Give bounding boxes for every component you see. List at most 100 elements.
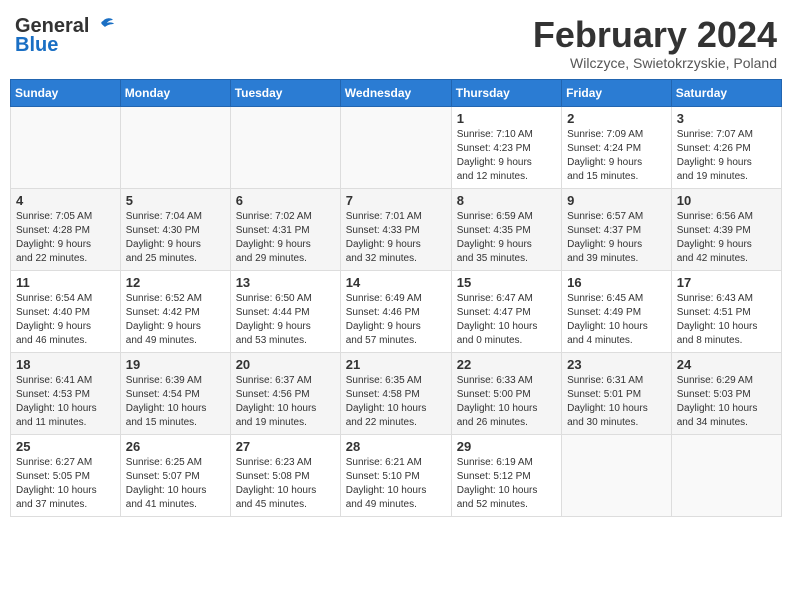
calendar-cell-4-6: 23 Sunrise: 6:31 AM Sunset: 5:01 PM Dayli… xyxy=(562,352,672,434)
calendar-cell-4-5: 22 Sunrise: 6:33 AM Sunset: 5:00 PM Dayli… xyxy=(451,352,561,434)
calendar-week-row-2: 4 Sunrise: 7:05 AM Sunset: 4:28 PM Daylig… xyxy=(11,188,782,270)
calendar-week-row-1: 1 Sunrise: 7:10 AM Sunset: 4:23 PM Daylig… xyxy=(11,106,782,188)
calendar-cell-2-7: 10 Sunrise: 6:56 AM Sunset: 4:39 PM Dayli… xyxy=(671,188,781,270)
day-info: Sunrise: 6:37 AM Sunset: 4:56 PM Dayligh… xyxy=(236,374,335,430)
day-number: 11 xyxy=(16,275,115,290)
day-number: 14 xyxy=(346,275,446,290)
calendar-cell-1-7: 3 Sunrise: 7:07 AM Sunset: 4:26 PM Daylig… xyxy=(671,106,781,188)
day-info: Sunrise: 6:35 AM Sunset: 4:58 PM Dayligh… xyxy=(346,374,446,430)
calendar-cell-5-2: 26Sunrise: 6:25 AM Sunset: 5:07 PM Dayli… xyxy=(120,434,230,516)
calendar-cell-5-6 xyxy=(562,434,672,516)
logo: General Blue xyxy=(15,15,115,57)
day-info: Sunrise: 6:43 AM Sunset: 4:51 PM Dayligh… xyxy=(677,292,776,348)
calendar-cell-3-7: 17Sunrise: 6:43 AM Sunset: 4:51 PM Dayli… xyxy=(671,270,781,352)
day-number: 20 xyxy=(236,357,335,372)
day-number: 5 xyxy=(126,193,225,208)
calendar-cell-1-2 xyxy=(120,106,230,188)
calendar-cell-4-4: 21 Sunrise: 6:35 AM Sunset: 4:58 PM Dayli… xyxy=(340,352,451,434)
day-info: Sunrise: 7:10 AM Sunset: 4:23 PM Dayligh… xyxy=(457,128,556,184)
day-info: Sunrise: 6:29 AM Sunset: 5:03 PM Dayligh… xyxy=(677,374,776,430)
calendar-cell-5-3: 27 Sunrise: 6:23 AM Sunset: 5:08 PM Dayli… xyxy=(230,434,340,516)
day-number: 6 xyxy=(236,193,335,208)
day-number: 18 xyxy=(16,357,115,372)
day-info: Sunrise: 6:33 AM Sunset: 5:00 PM Dayligh… xyxy=(457,374,556,430)
logo-bird-icon xyxy=(91,17,115,37)
month-title: February 2024 xyxy=(533,15,777,55)
day-number: 24 xyxy=(677,357,776,372)
weekday-header-friday: Friday xyxy=(562,79,672,106)
day-number: 26 xyxy=(126,439,225,454)
calendar-week-row-4: 18 Sunrise: 6:41 AM Sunset: 4:53 PM Dayli… xyxy=(11,352,782,434)
location-subtitle: Wilczyce, Swietokrzyskie, Poland xyxy=(533,55,777,71)
day-number: 28 xyxy=(346,439,446,454)
day-info: Sunrise: 7:07 AM Sunset: 4:26 PM Dayligh… xyxy=(677,128,776,184)
calendar-week-row-5: 25Sunrise: 6:27 AM Sunset: 5:05 PM Dayli… xyxy=(11,434,782,516)
day-number: 27 xyxy=(236,439,335,454)
day-number: 15 xyxy=(457,275,556,290)
weekday-header-wednesday: Wednesday xyxy=(340,79,451,106)
weekday-header-thursday: Thursday xyxy=(451,79,561,106)
calendar-cell-4-1: 18 Sunrise: 6:41 AM Sunset: 4:53 PM Dayli… xyxy=(11,352,121,434)
weekday-header-monday: Monday xyxy=(120,79,230,106)
day-number: 10 xyxy=(677,193,776,208)
day-number: 3 xyxy=(677,111,776,126)
day-info: Sunrise: 6:41 AM Sunset: 4:53 PM Dayligh… xyxy=(16,374,115,430)
day-info: Sunrise: 7:04 AM Sunset: 4:30 PM Dayligh… xyxy=(126,210,225,266)
calendar-cell-1-1 xyxy=(11,106,121,188)
day-number: 13 xyxy=(236,275,335,290)
calendar-cell-3-1: 11 Sunrise: 6:54 AM Sunset: 4:40 PM Dayli… xyxy=(11,270,121,352)
day-info: Sunrise: 7:01 AM Sunset: 4:33 PM Dayligh… xyxy=(346,210,446,266)
weekday-header-tuesday: Tuesday xyxy=(230,79,340,106)
day-number: 21 xyxy=(346,357,446,372)
calendar-table: SundayMondayTuesdayWednesdayThursdayFrid… xyxy=(10,79,782,517)
day-number: 23 xyxy=(567,357,666,372)
day-info: Sunrise: 6:59 AM Sunset: 4:35 PM Dayligh… xyxy=(457,210,556,266)
calendar-cell-2-2: 5 Sunrise: 7:04 AM Sunset: 4:30 PM Daylig… xyxy=(120,188,230,270)
day-info: Sunrise: 7:09 AM Sunset: 4:24 PM Dayligh… xyxy=(567,128,666,184)
calendar-cell-5-4: 28 Sunrise: 6:21 AM Sunset: 5:10 PM Dayli… xyxy=(340,434,451,516)
weekday-header-sunday: Sunday xyxy=(11,79,121,106)
day-number: 12 xyxy=(126,275,225,290)
day-number: 4 xyxy=(16,193,115,208)
day-info: Sunrise: 6:56 AM Sunset: 4:39 PM Dayligh… xyxy=(677,210,776,266)
calendar-cell-2-3: 6 Sunrise: 7:02 AM Sunset: 4:31 PM Daylig… xyxy=(230,188,340,270)
calendar-week-row-3: 11 Sunrise: 6:54 AM Sunset: 4:40 PM Dayli… xyxy=(11,270,782,352)
calendar-cell-5-5: 29Sunrise: 6:19 AM Sunset: 5:12 PM Dayli… xyxy=(451,434,561,516)
calendar-cell-1-5: 1 Sunrise: 7:10 AM Sunset: 4:23 PM Daylig… xyxy=(451,106,561,188)
calendar-cell-4-3: 20 Sunrise: 6:37 AM Sunset: 4:56 PM Dayli… xyxy=(230,352,340,434)
day-info: Sunrise: 6:21 AM Sunset: 5:10 PM Dayligh… xyxy=(346,456,446,512)
day-info: Sunrise: 7:02 AM Sunset: 4:31 PM Dayligh… xyxy=(236,210,335,266)
day-info: Sunrise: 6:39 AM Sunset: 4:54 PM Dayligh… xyxy=(126,374,225,430)
day-number: 19 xyxy=(126,357,225,372)
weekday-header-row: SundayMondayTuesdayWednesdayThursdayFrid… xyxy=(11,79,782,106)
header: General Blue February 2024 Wilczyce, Swi… xyxy=(10,10,782,71)
day-number: 8 xyxy=(457,193,556,208)
day-number: 2 xyxy=(567,111,666,126)
calendar-cell-3-4: 14Sunrise: 6:49 AM Sunset: 4:46 PM Dayli… xyxy=(340,270,451,352)
day-info: Sunrise: 7:05 AM Sunset: 4:28 PM Dayligh… xyxy=(16,210,115,266)
calendar-cell-3-6: 16 Sunrise: 6:45 AM Sunset: 4:49 PM Dayli… xyxy=(562,270,672,352)
day-info: Sunrise: 6:54 AM Sunset: 4:40 PM Dayligh… xyxy=(16,292,115,348)
calendar-cell-2-6: 9Sunrise: 6:57 AM Sunset: 4:37 PM Daylig… xyxy=(562,188,672,270)
calendar-cell-1-6: 2 Sunrise: 7:09 AM Sunset: 4:24 PM Daylig… xyxy=(562,106,672,188)
day-info: Sunrise: 6:47 AM Sunset: 4:47 PM Dayligh… xyxy=(457,292,556,348)
calendar-cell-3-2: 12 Sunrise: 6:52 AM Sunset: 4:42 PM Dayli… xyxy=(120,270,230,352)
day-info: Sunrise: 6:23 AM Sunset: 5:08 PM Dayligh… xyxy=(236,456,335,512)
calendar-cell-3-5: 15 Sunrise: 6:47 AM Sunset: 4:47 PM Dayli… xyxy=(451,270,561,352)
day-number: 1 xyxy=(457,111,556,126)
day-info: Sunrise: 6:31 AM Sunset: 5:01 PM Dayligh… xyxy=(567,374,666,430)
day-info: Sunrise: 6:57 AM Sunset: 4:37 PM Dayligh… xyxy=(567,210,666,266)
day-number: 16 xyxy=(567,275,666,290)
day-number: 25 xyxy=(16,439,115,454)
weekday-header-saturday: Saturday xyxy=(671,79,781,106)
day-number: 7 xyxy=(346,193,446,208)
day-info: Sunrise: 6:45 AM Sunset: 4:49 PM Dayligh… xyxy=(567,292,666,348)
calendar-cell-4-7: 24 Sunrise: 6:29 AM Sunset: 5:03 PM Dayli… xyxy=(671,352,781,434)
calendar-cell-1-4 xyxy=(340,106,451,188)
day-number: 29 xyxy=(457,439,556,454)
calendar-cell-2-5: 8 Sunrise: 6:59 AM Sunset: 4:35 PM Daylig… xyxy=(451,188,561,270)
day-info: Sunrise: 6:50 AM Sunset: 4:44 PM Dayligh… xyxy=(236,292,335,348)
day-info: Sunrise: 6:52 AM Sunset: 4:42 PM Dayligh… xyxy=(126,292,225,348)
calendar-cell-2-1: 4 Sunrise: 7:05 AM Sunset: 4:28 PM Daylig… xyxy=(11,188,121,270)
day-number: 22 xyxy=(457,357,556,372)
